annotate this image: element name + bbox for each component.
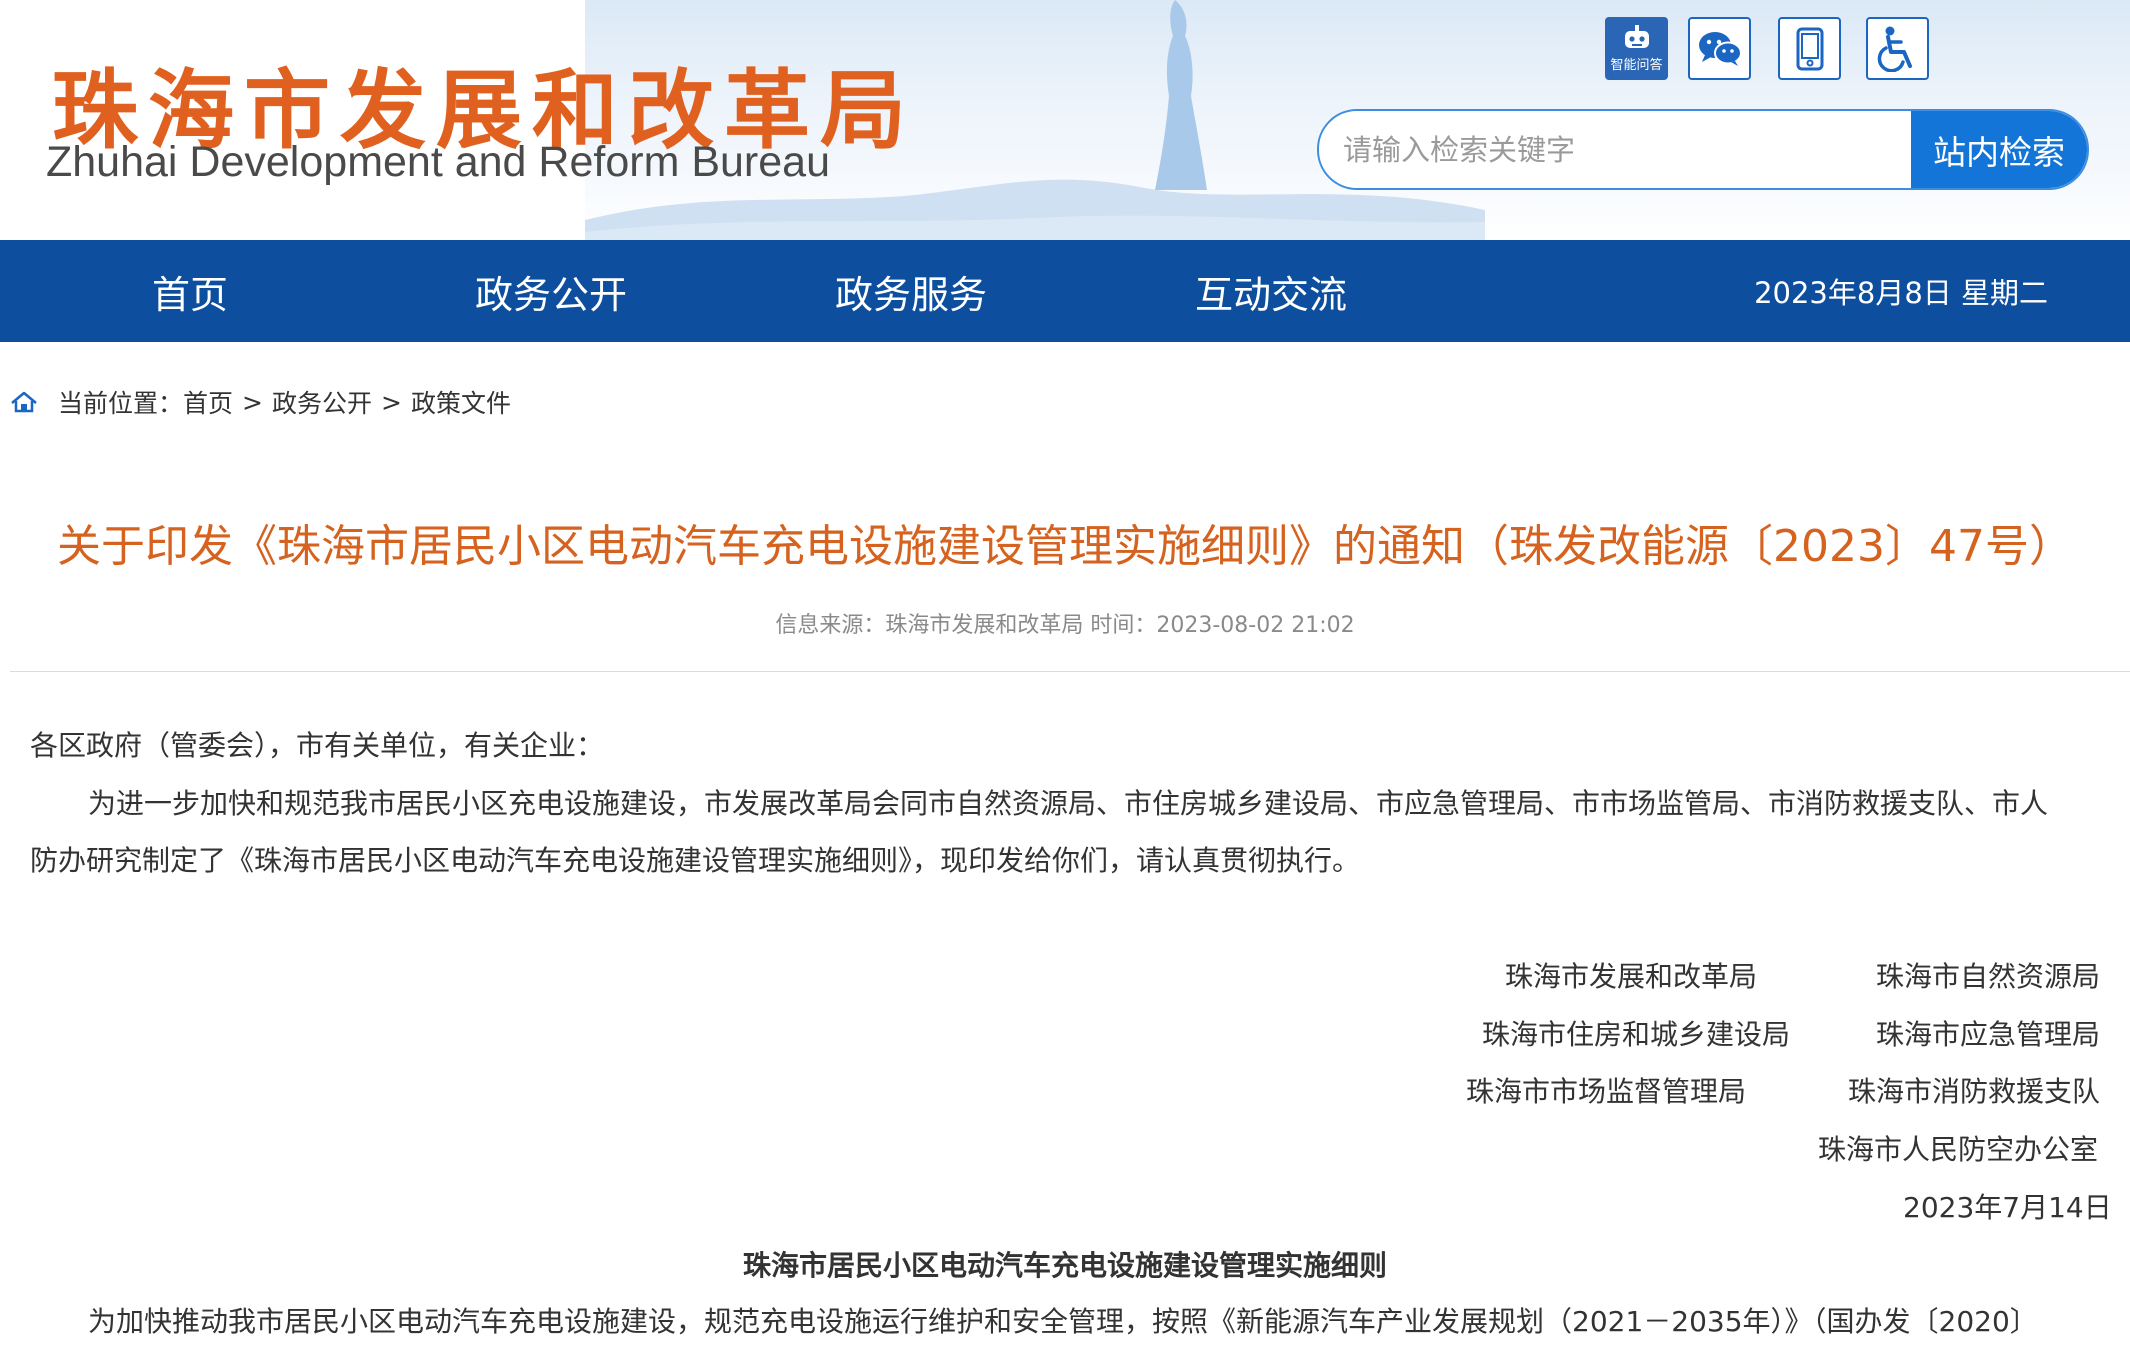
signature-emergency: 珠海市应急管理局	[1876, 1018, 2101, 1051]
breadcrumb-separator: >	[242, 387, 263, 417]
signature-development-reform: 珠海市发展和改革局	[1505, 960, 1758, 993]
current-date: 2023年8月8日 星期二	[1754, 276, 2048, 310]
signature-date: 2023年7月14日	[1903, 1191, 2112, 1224]
breadcrumb: 当前位置： 首页 > 政务公开 > 政策文件	[10, 382, 511, 422]
main-nav: 首页 政务公开 政务服务 互动交流 2023年8月8日 星期二	[0, 240, 2130, 342]
accessibility-icon	[1877, 26, 1912, 72]
robot-icon	[1624, 24, 1649, 48]
home-icon[interactable]	[10, 391, 38, 413]
site-logo-english[interactable]: Zhuhai Development and Reform Bureau	[46, 138, 830, 187]
nav-item-government-services[interactable]: 政务服务	[835, 240, 987, 342]
nav-item-home[interactable]: 首页	[152, 240, 228, 342]
site-header: 珠海市发展和改革局 Zhuhai Development and Reform …	[0, 0, 2130, 240]
breadcrumb-government-affairs-link[interactable]: 政务公开	[272, 384, 372, 420]
mobile-icon	[1796, 27, 1823, 70]
mobile-version-button[interactable]	[1778, 17, 1841, 80]
signature-housing: 珠海市住房和城乡建设局	[1482, 1018, 1791, 1051]
breadcrumb-separator: >	[381, 387, 402, 417]
smart-qa-button[interactable]: 智能问答	[1605, 17, 1668, 80]
signature-natural-resources: 珠海市自然资源局	[1876, 960, 2101, 993]
site-search: 站内检索	[1317, 109, 2089, 190]
article-paragraph-line: 为加快推动我市居民小区电动汽车充电设施建设，规范充电设施运行维护和安全管理，按照…	[88, 1305, 2038, 1338]
article-meta: 信息来源：珠海市发展和改革局 时间：2023-08-02 21:02	[775, 613, 1355, 638]
breadcrumb-prefix: 当前位置：	[58, 389, 184, 418]
signature-market-regulation: 珠海市市场监督管理局	[1466, 1075, 1747, 1108]
breadcrumb-policy-documents-link[interactable]: 政策文件	[411, 384, 511, 420]
article-salutation: 各区政府（管委会），市有关单位，有关企业：	[30, 729, 605, 762]
rules-subtitle: 珠海市居民小区电动汽车充电设施建设管理实施细则	[742, 1249, 1387, 1282]
title-divider	[10, 671, 2130, 672]
accessibility-button[interactable]	[1866, 17, 1929, 80]
wechat-icon	[1698, 31, 1742, 66]
smart-qa-label: 智能问答	[1610, 57, 1663, 73]
article-paragraph-line: 防办研究制定了《珠海市居民小区电动汽车充电设施建设管理实施细则》，现印发给你们，…	[30, 844, 1361, 877]
wechat-button[interactable]	[1688, 17, 1751, 80]
signature-fire-rescue: 珠海市消防救援支队	[1848, 1075, 2101, 1108]
nav-item-interaction[interactable]: 互动交流	[1195, 240, 1347, 342]
search-input[interactable]	[1319, 111, 1911, 188]
nav-item-government-affairs[interactable]: 政务公开	[475, 240, 627, 342]
fisher-girl-statue	[1155, 0, 1207, 190]
signature-civil-air-defense: 珠海市人民防空办公室	[1818, 1133, 2099, 1166]
article-paragraph-line: 为进一步加快和规范我市居民小区充电设施建设，市发展改革局会同市自然资源局、市住房…	[88, 787, 2049, 820]
article-title: 关于印发《珠海市居民小区电动汽车充电设施建设管理实施细则》的通知（珠发改能源〔2…	[57, 521, 2073, 572]
breadcrumb-home-link[interactable]: 首页	[183, 384, 233, 420]
search-button[interactable]: 站内检索	[1911, 111, 2087, 188]
